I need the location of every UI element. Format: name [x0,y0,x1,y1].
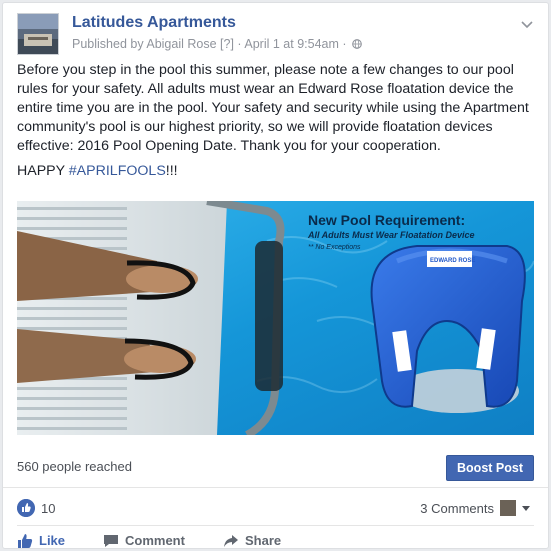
post-body: Before you step in the pool this summer,… [17,62,529,154]
published-by[interactable]: Published by Abigail Rose [72,37,217,51]
thumbs-up-icon [18,534,33,548]
comment-icon [104,535,118,547]
globe-icon[interactable] [352,39,362,49]
meta-separator-2: · [342,37,347,51]
post-image[interactable]: New Pool Requirement: All Adults Must We… [17,201,534,435]
comment-label: Comment [125,533,185,548]
comments-count[interactable]: 3 Comments [420,501,494,516]
like-reaction-icon[interactable] [17,499,35,517]
happy-prefix: HAPPY [17,163,69,179]
post-text: Before you step in the pool this summer,… [17,61,535,187]
share-icon [224,535,238,547]
chevron-down-icon[interactable] [520,17,534,31]
like-count[interactable]: 10 [41,501,55,516]
caret-down-icon[interactable] [522,506,530,511]
people-reached[interactable]: 560 people reached [17,459,132,474]
insights-row: 560 people reached Boost Post [17,451,534,481]
image-note: ** No Exceptions [308,244,361,251]
post-happy-line: HAPPY #APRILFOOLS!!! [17,162,535,181]
post-header: Latitudes Apartments Published by Abigai… [17,13,534,57]
page-name-link[interactable]: Latitudes Apartments [72,14,236,32]
commenter-avatar[interactable] [500,500,516,516]
hashtag-link[interactable]: #APRILFOOLS [69,163,166,179]
reactions-row: 10 3 Comments [17,497,534,521]
image-subheadline: All Adults Must Wear Floatation Device [307,230,475,240]
share-label: Share [245,533,282,548]
divider [17,525,534,526]
help-link[interactable]: [?] [220,37,234,51]
page-avatar[interactable] [17,13,59,55]
boost-post-button[interactable]: Boost Post [446,455,534,481]
pool-image-svg: New Pool Requirement: All Adults Must We… [17,201,534,435]
post-timestamp[interactable]: April 1 at 9:54am [244,37,339,51]
post-meta: Published by Abigail Rose [?] · April 1 … [72,37,362,51]
post-card: Latitudes Apartments Published by Abigai… [2,2,549,549]
ladder-shadow [255,241,283,391]
divider [3,487,548,488]
meta-separator: · [237,37,242,51]
float-brand: EDWARD ROSE [430,258,475,264]
image-headline: New Pool Requirement: [308,212,465,228]
like-label: Like [39,533,66,548]
action-bar: Like Comment Share [17,529,534,551]
happy-suffix: !!! [165,163,178,179]
